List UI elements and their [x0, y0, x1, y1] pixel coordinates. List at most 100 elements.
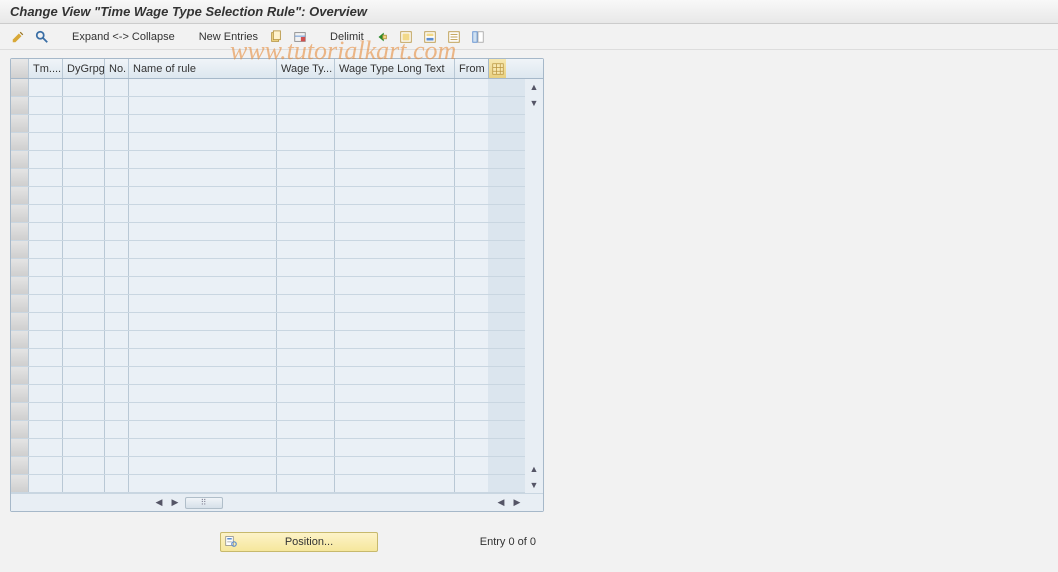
- cell-wagelong[interactable]: [335, 151, 455, 168]
- row-selector[interactable]: [11, 439, 29, 456]
- cell-no[interactable]: [105, 403, 129, 420]
- cell-wagety[interactable]: [277, 205, 335, 222]
- cell-dygrpg[interactable]: [63, 295, 105, 312]
- cell-wagelong[interactable]: [335, 79, 455, 96]
- cell-name[interactable]: [129, 187, 277, 204]
- cell-wagelong[interactable]: [335, 295, 455, 312]
- cell-name[interactable]: [129, 475, 277, 492]
- cell-dygrpg[interactable]: [63, 331, 105, 348]
- cell-wagelong[interactable]: [335, 241, 455, 258]
- cell-name[interactable]: [129, 79, 277, 96]
- cell-wagety[interactable]: [277, 223, 335, 240]
- cell-wagelong[interactable]: [335, 205, 455, 222]
- cell-from[interactable]: [455, 421, 488, 438]
- select-all-icon[interactable]: [398, 29, 414, 45]
- settings-icon[interactable]: [470, 29, 486, 45]
- cell-tm[interactable]: [29, 79, 63, 96]
- cell-wagety[interactable]: [277, 295, 335, 312]
- row-selector[interactable]: [11, 241, 29, 258]
- cell-wagety[interactable]: [277, 349, 335, 366]
- deselect-all-icon[interactable]: [446, 29, 462, 45]
- column-from[interactable]: From: [455, 59, 488, 78]
- cell-name[interactable]: [129, 331, 277, 348]
- cell-no[interactable]: [105, 79, 129, 96]
- delete-icon[interactable]: [292, 29, 308, 45]
- cell-dygrpg[interactable]: [63, 97, 105, 114]
- cell-wagety[interactable]: [277, 403, 335, 420]
- row-selector[interactable]: [11, 457, 29, 474]
- cell-dygrpg[interactable]: [63, 133, 105, 150]
- cell-tm[interactable]: [29, 223, 63, 240]
- cell-name[interactable]: [129, 205, 277, 222]
- cell-dygrpg[interactable]: [63, 313, 105, 330]
- cell-from[interactable]: [455, 241, 488, 258]
- cell-tm[interactable]: [29, 169, 63, 186]
- cell-from[interactable]: [455, 313, 488, 330]
- cell-from[interactable]: [455, 367, 488, 384]
- table-settings-icon[interactable]: [488, 59, 506, 78]
- position-button[interactable]: Position...: [220, 532, 378, 552]
- cell-tm[interactable]: [29, 475, 63, 492]
- cell-wagelong[interactable]: [335, 421, 455, 438]
- cell-dygrpg[interactable]: [63, 169, 105, 186]
- cell-wagelong[interactable]: [335, 475, 455, 492]
- cell-dygrpg[interactable]: [63, 439, 105, 456]
- cell-dygrpg[interactable]: [63, 457, 105, 474]
- cell-name[interactable]: [129, 385, 277, 402]
- cell-wagelong[interactable]: [335, 169, 455, 186]
- cell-no[interactable]: [105, 349, 129, 366]
- row-selector[interactable]: [11, 385, 29, 402]
- row-selector[interactable]: [11, 205, 29, 222]
- cell-tm[interactable]: [29, 133, 63, 150]
- scroll-left-2-icon[interactable]: ◀: [493, 495, 509, 511]
- delimit-button[interactable]: Delimit: [328, 31, 366, 43]
- cell-name[interactable]: [129, 421, 277, 438]
- cell-name[interactable]: [129, 259, 277, 276]
- cell-from[interactable]: [455, 475, 488, 492]
- cell-wagety[interactable]: [277, 115, 335, 132]
- row-selector[interactable]: [11, 259, 29, 276]
- column-wagety[interactable]: Wage Ty...: [277, 59, 335, 78]
- cell-name[interactable]: [129, 97, 277, 114]
- row-selector[interactable]: [11, 133, 29, 150]
- cell-name[interactable]: [129, 133, 277, 150]
- cell-no[interactable]: [105, 223, 129, 240]
- cell-wagelong[interactable]: [335, 457, 455, 474]
- cell-wagelong[interactable]: [335, 349, 455, 366]
- cell-name[interactable]: [129, 313, 277, 330]
- cell-tm[interactable]: [29, 331, 63, 348]
- cell-from[interactable]: [455, 277, 488, 294]
- find-icon[interactable]: [34, 29, 50, 45]
- cell-no[interactable]: [105, 241, 129, 258]
- cell-tm[interactable]: [29, 241, 63, 258]
- row-selector[interactable]: [11, 403, 29, 420]
- cell-wagety[interactable]: [277, 79, 335, 96]
- select-block-icon[interactable]: [422, 29, 438, 45]
- cell-wagety[interactable]: [277, 475, 335, 492]
- cell-tm[interactable]: [29, 313, 63, 330]
- column-tm[interactable]: Tm....: [29, 59, 63, 78]
- undo-icon[interactable]: [374, 29, 390, 45]
- cell-no[interactable]: [105, 187, 129, 204]
- cell-from[interactable]: [455, 295, 488, 312]
- row-selector[interactable]: [11, 367, 29, 384]
- cell-wagelong[interactable]: [335, 223, 455, 240]
- cell-dygrpg[interactable]: [63, 115, 105, 132]
- row-selector[interactable]: [11, 97, 29, 114]
- cell-name[interactable]: [129, 115, 277, 132]
- cell-tm[interactable]: [29, 295, 63, 312]
- cell-wagelong[interactable]: [335, 259, 455, 276]
- cell-name[interactable]: [129, 439, 277, 456]
- cell-name[interactable]: [129, 457, 277, 474]
- cell-wagelong[interactable]: [335, 313, 455, 330]
- horizontal-scrollbar[interactable]: ◀ ▶ ⠿ ◀ ▶: [11, 493, 543, 511]
- cell-wagelong[interactable]: [335, 133, 455, 150]
- cell-name[interactable]: [129, 277, 277, 294]
- cell-from[interactable]: [455, 79, 488, 96]
- cell-tm[interactable]: [29, 187, 63, 204]
- row-selector[interactable]: [11, 169, 29, 186]
- row-selector[interactable]: [11, 277, 29, 294]
- cell-no[interactable]: [105, 295, 129, 312]
- cell-name[interactable]: [129, 349, 277, 366]
- cell-wagety[interactable]: [277, 151, 335, 168]
